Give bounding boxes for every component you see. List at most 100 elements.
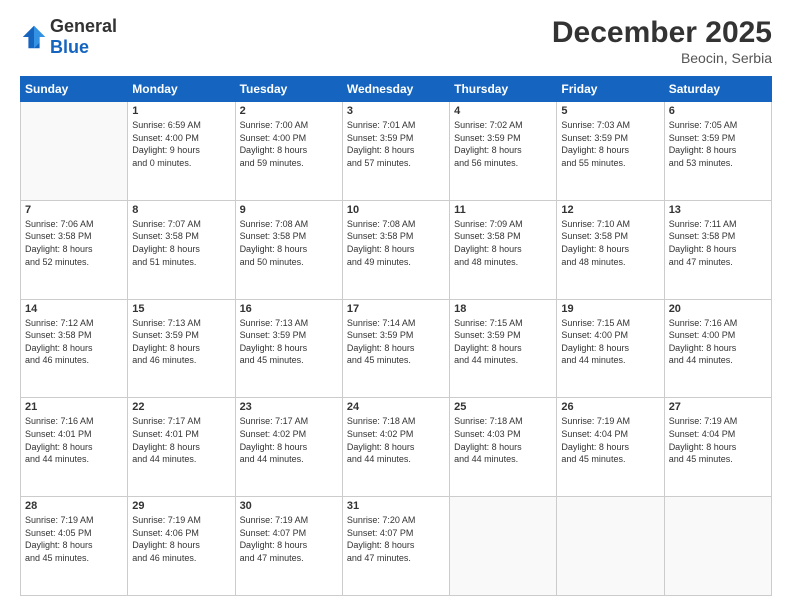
day-number: 15 <box>132 303 230 315</box>
calendar-table: SundayMondayTuesdayWednesdayThursdayFrid… <box>20 76 772 596</box>
calendar-week-3: 14Sunrise: 7:12 AMSunset: 3:58 PMDayligh… <box>21 299 772 398</box>
day-number: 25 <box>454 401 552 413</box>
calendar-cell: 6 Sunrise: 7:05 AMSunset: 3:59 PMDaylight… <box>664 102 771 201</box>
title-block: December 2025 Beocin, Serbia <box>552 16 772 66</box>
day-number: 1 <box>132 105 230 117</box>
day-info: Sunrise: 7:18 AMSunset: 4:02 PMDaylight:… <box>347 415 445 465</box>
weekday-header-friday: Friday <box>557 77 664 102</box>
day-number: 18 <box>454 303 552 315</box>
day-info: Sunrise: 7:08 AMSunset: 3:58 PMDaylight:… <box>347 218 445 268</box>
calendar-cell: 3 Sunrise: 7:01 AMSunset: 3:59 PMDaylight… <box>342 102 449 201</box>
day-info: Sunrise: 7:08 AMSunset: 3:58 PMDaylight:… <box>240 218 338 268</box>
day-info: Sunrise: 7:09 AMSunset: 3:58 PMDaylight:… <box>454 218 552 268</box>
day-number: 21 <box>25 401 123 413</box>
weekday-header-wednesday: Wednesday <box>342 77 449 102</box>
day-number: 31 <box>347 500 445 512</box>
day-number: 17 <box>347 303 445 315</box>
calendar-cell <box>664 497 771 596</box>
day-number: 20 <box>669 303 767 315</box>
calendar-cell: 10 Sunrise: 7:08 AMSunset: 3:58 PMDayligh… <box>342 200 449 299</box>
calendar-cell: 12 Sunrise: 7:10 AMSunset: 3:58 PMDayligh… <box>557 200 664 299</box>
calendar-cell: 21 Sunrise: 7:16 AMSunset: 4:01 PMDayligh… <box>21 398 128 497</box>
location: Beocin, Serbia <box>552 50 772 66</box>
day-info: Sunrise: 7:13 AMSunset: 3:59 PMDaylight:… <box>240 317 338 367</box>
day-number: 4 <box>454 105 552 117</box>
calendar-cell: 5Sunrise: 7:03 AMSunset: 3:59 PMDaylight… <box>557 102 664 201</box>
weekday-header-row: SundayMondayTuesdayWednesdayThursdayFrid… <box>21 77 772 102</box>
day-info: Sunrise: 7:20 AMSunset: 4:07 PMDaylight:… <box>347 514 445 564</box>
day-info: Sunrise: 7:14 AMSunset: 3:59 PMDaylight:… <box>347 317 445 367</box>
day-info: Sunrise: 7:10 AMSunset: 3:58 PMDaylight:… <box>561 218 659 268</box>
calendar-cell: 13 Sunrise: 7:11 AMSunset: 3:58 PMDayligh… <box>664 200 771 299</box>
logo: General Blue <box>20 16 117 58</box>
calendar-cell: 2Sunrise: 7:00 AMSunset: 4:00 PMDaylight… <box>235 102 342 201</box>
day-info: Sunrise: 7:01 AMSunset: 3:59 PMDaylight:… <box>347 119 445 169</box>
day-info: Sunrise: 7:17 AMSunset: 4:01 PMDaylight:… <box>132 415 230 465</box>
day-info: Sunrise: 7:00 AMSunset: 4:00 PMDaylight:… <box>240 119 338 169</box>
calendar-cell: 14Sunrise: 7:12 AMSunset: 3:58 PMDayligh… <box>21 299 128 398</box>
calendar-cell: 8 Sunrise: 7:07 AMSunset: 3:58 PMDaylight… <box>128 200 235 299</box>
day-number: 22 <box>132 401 230 413</box>
day-info: Sunrise: 7:05 AMSunset: 3:59 PMDaylight:… <box>669 119 767 169</box>
day-info: Sunrise: 7:07 AMSunset: 3:58 PMDaylight:… <box>132 218 230 268</box>
month-title: December 2025 <box>552 16 772 50</box>
calendar-cell: 19 Sunrise: 7:15 AMSunset: 4:00 PMDayligh… <box>557 299 664 398</box>
day-info: Sunrise: 7:19 AMSunset: 4:05 PMDaylight:… <box>25 514 123 564</box>
calendar-cell: 25 Sunrise: 7:18 AMSunset: 4:03 PMDayligh… <box>450 398 557 497</box>
calendar-cell: 16 Sunrise: 7:13 AMSunset: 3:59 PMDayligh… <box>235 299 342 398</box>
calendar-cell: 18 Sunrise: 7:15 AMSunset: 3:59 PMDayligh… <box>450 299 557 398</box>
day-info: Sunrise: 7:13 AMSunset: 3:59 PMDaylight:… <box>132 317 230 367</box>
day-number: 13 <box>669 204 767 216</box>
day-number: 10 <box>347 204 445 216</box>
calendar-week-4: 21 Sunrise: 7:16 AMSunset: 4:01 PMDayligh… <box>21 398 772 497</box>
calendar-cell: 15 Sunrise: 7:13 AMSunset: 3:59 PMDayligh… <box>128 299 235 398</box>
day-info: Sunrise: 7:18 AMSunset: 4:03 PMDaylight:… <box>454 415 552 465</box>
calendar-cell: 23 Sunrise: 7:17 AMSunset: 4:02 PMDayligh… <box>235 398 342 497</box>
day-number: 28 <box>25 500 123 512</box>
calendar-cell: 9Sunrise: 7:08 AMSunset: 3:58 PMDaylight… <box>235 200 342 299</box>
calendar-cell: 31 Sunrise: 7:20 AMSunset: 4:07 PMDayligh… <box>342 497 449 596</box>
day-info: Sunrise: 7:19 AMSunset: 4:07 PMDaylight:… <box>240 514 338 564</box>
day-info: Sunrise: 7:02 AMSunset: 3:59 PMDaylight:… <box>454 119 552 169</box>
calendar-cell: 27Sunrise: 7:19 AMSunset: 4:04 PMDayligh… <box>664 398 771 497</box>
calendar-cell: 28 Sunrise: 7:19 AMSunset: 4:05 PMDayligh… <box>21 497 128 596</box>
header: General Blue December 2025 Beocin, Serbi… <box>20 16 772 66</box>
day-number: 8 <box>132 204 230 216</box>
calendar-cell: 17 Sunrise: 7:14 AMSunset: 3:59 PMDayligh… <box>342 299 449 398</box>
day-number: 23 <box>240 401 338 413</box>
day-number: 30 <box>240 500 338 512</box>
weekday-header-sunday: Sunday <box>21 77 128 102</box>
calendar-cell <box>21 102 128 201</box>
weekday-header-monday: Monday <box>128 77 235 102</box>
calendar-cell: 4 Sunrise: 7:02 AMSunset: 3:59 PMDaylight… <box>450 102 557 201</box>
calendar-week-1: 1Sunrise: 6:59 AMSunset: 4:00 PMDaylight… <box>21 102 772 201</box>
day-info: Sunrise: 7:16 AMSunset: 4:01 PMDaylight:… <box>25 415 123 465</box>
day-info: Sunrise: 7:16 AMSunset: 4:00 PMDaylight:… <box>669 317 767 367</box>
day-info: Sunrise: 7:15 AMSunset: 4:00 PMDaylight:… <box>561 317 659 367</box>
day-number: 16 <box>240 303 338 315</box>
day-info: Sunrise: 7:11 AMSunset: 3:58 PMDaylight:… <box>669 218 767 268</box>
day-number: 24 <box>347 401 445 413</box>
page: General Blue December 2025 Beocin, Serbi… <box>0 0 792 612</box>
calendar-cell: 30 Sunrise: 7:19 AMSunset: 4:07 PMDayligh… <box>235 497 342 596</box>
day-number: 14 <box>25 303 123 315</box>
day-info: Sunrise: 7:17 AMSunset: 4:02 PMDaylight:… <box>240 415 338 465</box>
calendar-cell: 26 Sunrise: 7:19 AMSunset: 4:04 PMDayligh… <box>557 398 664 497</box>
day-info: Sunrise: 7:06 AMSunset: 3:58 PMDaylight:… <box>25 218 123 268</box>
calendar-cell: 29Sunrise: 7:19 AMSunset: 4:06 PMDayligh… <box>128 497 235 596</box>
day-number: 27 <box>669 401 767 413</box>
calendar-week-5: 28 Sunrise: 7:19 AMSunset: 4:05 PMDayligh… <box>21 497 772 596</box>
day-number: 12 <box>561 204 659 216</box>
day-info: Sunrise: 7:15 AMSunset: 3:59 PMDaylight:… <box>454 317 552 367</box>
day-info: Sunrise: 7:19 AMSunset: 4:04 PMDaylight:… <box>561 415 659 465</box>
calendar-cell: 1Sunrise: 6:59 AMSunset: 4:00 PMDaylight… <box>128 102 235 201</box>
calendar-cell <box>557 497 664 596</box>
day-number: 3 <box>347 105 445 117</box>
weekday-header-saturday: Saturday <box>664 77 771 102</box>
logo-general-text: General <box>50 16 117 36</box>
day-number: 7 <box>25 204 123 216</box>
day-number: 19 <box>561 303 659 315</box>
day-number: 6 <box>669 105 767 117</box>
day-number: 26 <box>561 401 659 413</box>
day-info: Sunrise: 7:03 AMSunset: 3:59 PMDaylight:… <box>561 119 659 169</box>
